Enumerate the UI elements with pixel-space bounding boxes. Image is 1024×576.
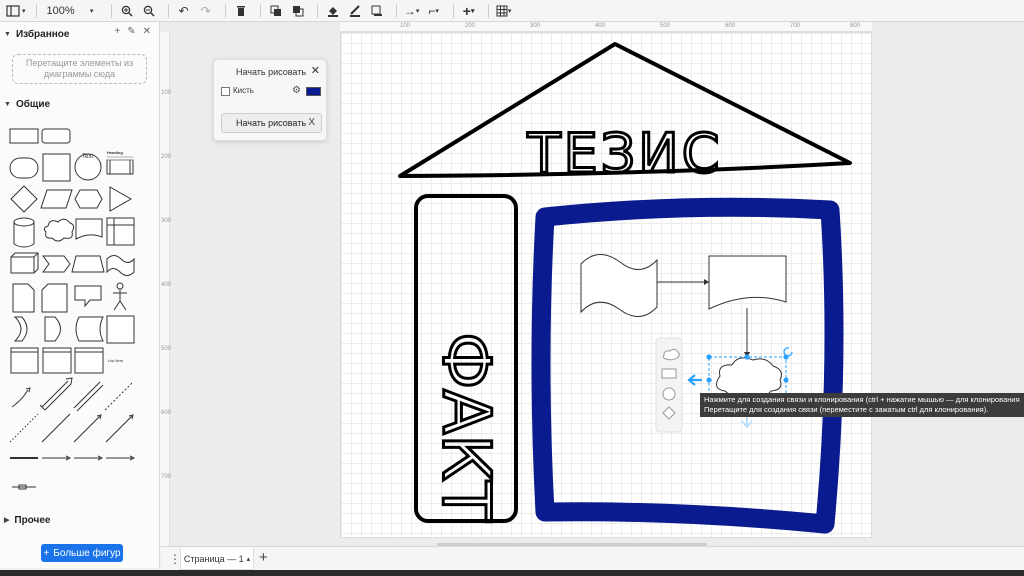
connection-icon[interactable]: → ▾ (403, 2, 421, 20)
brush-label: Кисть (233, 86, 254, 95)
ruler-tick-label: 500 (161, 346, 172, 352)
shape-text-label: Text (82, 154, 93, 160)
add-page-button[interactable]: + (259, 549, 268, 566)
picker-cloud-icon[interactable] (662, 348, 680, 361)
draw-panel-title: Начать рисовать (236, 67, 307, 77)
collapse-arrow-icon: ▼ (4, 30, 11, 38)
gear-icon[interactable]: ⚙ (292, 85, 301, 96)
picker-circle-icon[interactable] (662, 387, 676, 401)
general-section-header[interactable]: ▼ Общие (0, 94, 160, 114)
plus-icon: + (43, 547, 50, 559)
fill-color-icon[interactable] (324, 2, 342, 20)
document-shape[interactable] (708, 255, 787, 310)
page-tab-label: Страница — 1 (183, 553, 244, 564)
favorites-dropzone[interactable]: Перетащите элементы из диаграммы сюда (12, 54, 147, 84)
edit-icon[interactable]: ✎ (127, 26, 135, 37)
close-icon[interactable]: ✕ (311, 64, 320, 77)
chevron-up-icon[interactable]: ▴ (247, 555, 251, 563)
page-tab[interactable]: Страница — 1 ▴ (180, 548, 254, 570)
table-icon[interactable]: ▾ (495, 2, 513, 20)
to-front-icon[interactable] (267, 2, 285, 20)
to-back-icon[interactable] (289, 2, 307, 20)
other-label: Прочее (14, 514, 51, 526)
main-toolbar: ▾ 100% ▾ ↶ ↷ → ▾ ⌐ ▾ + ▾ ▾ (0, 0, 1024, 22)
ruler-tick-label: 200 (161, 154, 172, 160)
blue-frame[interactable] (531, 197, 844, 534)
shapes-sidebar: ▼ Избранное + ✎ ✕ Перетащите элементы из… (0, 22, 160, 568)
redo-icon[interactable]: ↷ (197, 2, 215, 20)
shadow-icon[interactable] (368, 2, 386, 20)
tooltip: Нажмите для создания связи и клонировани… (700, 393, 1024, 417)
shape-heading-label: Heading (107, 150, 123, 155)
other-section-header[interactable]: ▶ Прочее (0, 510, 160, 530)
ruler-horizontal: 100 200 300 400 500 600 700 800 (340, 22, 872, 32)
favorites-label: Избранное (15, 28, 70, 40)
shortcut-label: X (308, 117, 315, 128)
roof-text[interactable]: ТЕЗИС (525, 121, 723, 187)
ruler-tick-label: 600 (161, 410, 172, 416)
rotate-handle-icon[interactable] (783, 347, 793, 357)
cloud-shape[interactable] (715, 357, 782, 397)
ruler-tick-label: 100 (400, 23, 411, 29)
shape-list-item-label: List Item (108, 358, 124, 363)
undo-icon[interactable]: ↶ (175, 2, 193, 20)
zoom-menu-icon[interactable]: ▾ (83, 2, 101, 20)
ruler-tick-label: 100 (161, 90, 172, 96)
tooltip-line: Нажмите для создания связи и клонировани… (704, 395, 1020, 404)
diagram-drawing[interactable]: ТЕЗИС ФАКТ (340, 32, 872, 538)
zoom-in-icon[interactable] (118, 2, 136, 20)
taskbar-strip (0, 570, 1024, 576)
expand-arrow-icon: ▶ (4, 517, 10, 524)
ruler-tick-label: 700 (790, 23, 801, 29)
tape-shape[interactable] (580, 254, 658, 317)
draw-panel: Начать рисовать ✕ Кисть ⚙ Начать рисоват… (213, 59, 327, 141)
start-drawing-label: Начать рисовать (236, 118, 307, 128)
ruler-tick-label: 500 (660, 23, 671, 29)
ruler-vertical: 100 200 300 400 500 600 700 (160, 32, 172, 546)
insert-icon[interactable]: + ▾ (460, 2, 478, 20)
panel-layout-icon[interactable]: ▾ (6, 2, 26, 20)
column-text[interactable]: ФАКТ (426, 331, 506, 524)
ruler-tick-label: 400 (595, 23, 606, 29)
delete-icon[interactable] (232, 2, 250, 20)
ruler-tick-label: 300 (530, 23, 541, 29)
close-icon[interactable]: ✕ (143, 26, 151, 37)
add-icon[interactable]: + (114, 26, 120, 37)
general-label: Общие (15, 98, 51, 110)
ruler-tick-label: 300 (161, 218, 172, 224)
collapse-arrow-icon: ▼ (4, 100, 11, 108)
brush-checkbox[interactable] (221, 87, 230, 96)
brush-color-swatch[interactable] (306, 87, 321, 96)
start-drawing-button[interactable]: Начать рисовать X (221, 113, 322, 133)
line-color-icon[interactable] (346, 2, 364, 20)
more-shapes-button[interactable]: + Больше фигур (41, 544, 123, 562)
clone-arrow-left-icon[interactable] (687, 374, 702, 386)
zoom-out-icon[interactable] (140, 2, 158, 20)
waypoints-icon[interactable]: ⌐ ▾ (425, 2, 443, 20)
picker-rect-icon[interactable] (661, 368, 677, 379)
zoom-level[interactable]: 100% (43, 2, 79, 20)
ruler-tick-label: 600 (725, 23, 736, 29)
ruler-tick-label: 200 (465, 23, 476, 29)
more-shapes-label: Больше фигур (53, 547, 121, 559)
tooltip-line: Перетащите для создания связи (перемести… (704, 405, 989, 414)
ruler-tick-label: 400 (161, 282, 172, 288)
ruler-tick-label: 700 (161, 474, 172, 480)
ruler-tick-label: 800 (850, 23, 861, 29)
general-shapes-palette[interactable]: Text Heading List Item (0, 122, 160, 502)
page-bar: ⋮ Страница — 1 ▴ + (161, 546, 1024, 570)
